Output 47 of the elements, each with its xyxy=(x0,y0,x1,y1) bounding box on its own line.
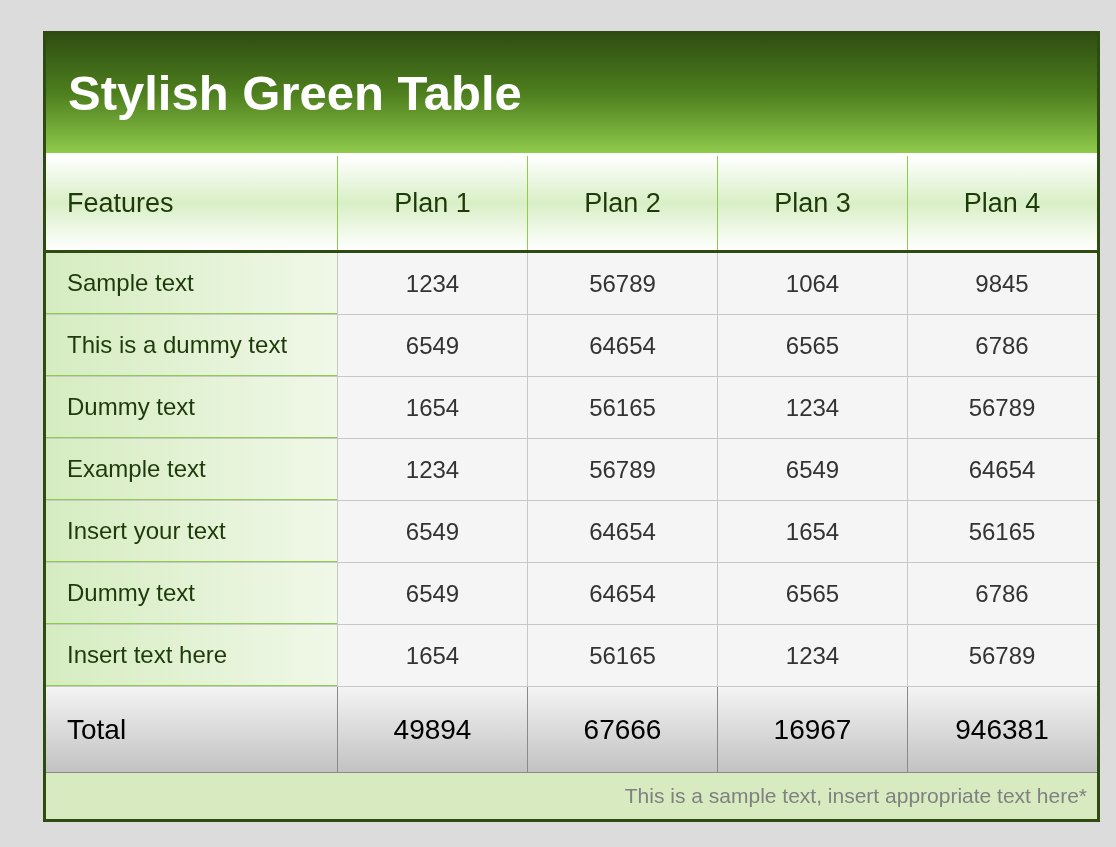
table-cell: 56165 xyxy=(527,377,717,438)
column-header: Plan 1 xyxy=(337,156,527,250)
table-cell: This is a dummy text xyxy=(46,315,337,376)
table-cell: Insert text here xyxy=(46,625,337,686)
table-cell: 56165 xyxy=(907,501,1096,562)
table-cell: 56165 xyxy=(527,625,717,686)
table-cell: 64654 xyxy=(907,439,1096,500)
table-cell: Dummy text xyxy=(46,377,337,438)
total-cell-text: Total xyxy=(66,712,128,747)
table-cell: Dummy text xyxy=(46,563,337,624)
table-cell: 1234 xyxy=(337,253,527,314)
column-header: Plan 3 xyxy=(717,156,907,250)
table-cell: 1234 xyxy=(717,377,907,438)
table-cell: 1654 xyxy=(337,625,527,686)
table-cell: Insert your text xyxy=(46,501,337,562)
table-cell: 6549 xyxy=(337,315,527,376)
table-cell: Sample text xyxy=(46,253,337,314)
table-cell: 6549 xyxy=(337,563,527,624)
table-cell: 6565 xyxy=(717,315,907,376)
footnote: This is a sample text, insert appropriate text here* xyxy=(624,783,1087,810)
table-cell: 1234 xyxy=(717,625,907,686)
table-cell: Example text xyxy=(46,439,337,500)
table-cell: 64654 xyxy=(527,563,717,624)
table-cell: 6549 xyxy=(337,501,527,562)
table-cell: 6565 xyxy=(717,563,907,624)
table-cell: 6786 xyxy=(907,315,1096,376)
column-header: Features xyxy=(66,186,175,220)
table-cell: 56789 xyxy=(907,377,1096,438)
table-cell: 56789 xyxy=(527,253,717,314)
table-cell: 1654 xyxy=(337,377,527,438)
total-cell: 49894 xyxy=(337,687,527,772)
total-cell: 67666 xyxy=(527,687,717,772)
table-cell: 1234 xyxy=(337,439,527,500)
table-cell: 6786 xyxy=(907,563,1096,624)
column-header: Plan 2 xyxy=(527,156,717,250)
table-cell: 1654 xyxy=(717,501,907,562)
table-cell: 9845 xyxy=(907,253,1096,314)
table-cell: 6549 xyxy=(717,439,907,500)
table-cell: 56789 xyxy=(907,625,1096,686)
table-cell: 64654 xyxy=(527,315,717,376)
table-cell: 64654 xyxy=(527,501,717,562)
total-cell: 16967 xyxy=(717,687,907,772)
table-cell: 1064 xyxy=(717,253,907,314)
table-title: Stylish Green Table xyxy=(68,64,522,122)
total-cell: 946381 xyxy=(907,687,1096,772)
table-cell: 56789 xyxy=(527,439,717,500)
column-header: Plan 4 xyxy=(907,156,1096,250)
